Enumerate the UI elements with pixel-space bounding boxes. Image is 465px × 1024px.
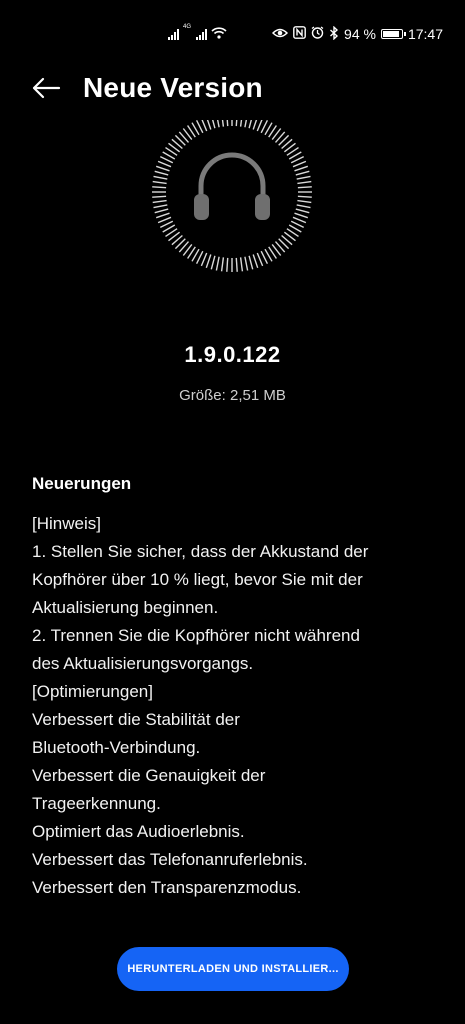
page-title: Neue Version — [83, 72, 263, 103]
release-note-line: 1. Stellen Sie sicher, dass der Akkustan… — [32, 542, 369, 561]
release-note-line: Trageerkennung. — [32, 794, 161, 813]
back-button[interactable] — [28, 70, 64, 106]
network-type-label: 4G — [183, 24, 192, 30]
release-note-line: 2. Trennen Sie die Kopfhörer nicht währe… — [32, 626, 360, 645]
release-notes-heading: Neuerungen — [32, 474, 132, 493]
headphones-icon — [194, 152, 270, 220]
download-size: Größe: 2,51 MB — [179, 387, 286, 404]
alarm-icon — [311, 26, 324, 42]
release-note-line: Verbessert das Telefonanruferlebnis. — [32, 850, 308, 869]
tick-marks — [152, 112, 312, 272]
signal-icon — [196, 28, 208, 40]
battery-icon — [380, 29, 406, 39]
release-note-line: Aktualisierung beginnen. — [32, 598, 219, 617]
release-note-line: des Aktualisierungsvorgangs. — [32, 654, 254, 673]
arrow-left-icon — [32, 77, 61, 99]
update-illustration — [122, 112, 342, 280]
battery-percent: 94 % — [344, 26, 376, 42]
release-note-line: Bluetooth-Verbindung. — [32, 738, 201, 757]
release-note-line: Verbessert die Genauigkeit der — [32, 766, 266, 785]
download-install-button[interactable]: HERUNTERLADEN UND INSTALLIER... — [117, 947, 349, 991]
release-note-line: Kopfhörer über 10 % liegt, bevor Sie mit… — [32, 570, 363, 589]
app-header: Neue Version — [0, 66, 465, 110]
release-note-line: Optimiert das Audioerlebnis. — [32, 822, 245, 841]
version-number: 1.9.0.122 — [184, 342, 281, 367]
nfc-icon — [293, 26, 306, 42]
network-indicators: 4G — [168, 24, 227, 44]
wifi-icon — [211, 26, 227, 42]
release-note-line: [Hinweis] — [32, 514, 101, 533]
release-note-line: Verbessert den Transparenzmodus. — [32, 878, 302, 897]
clock: 17:47 — [407, 26, 443, 42]
status-bar: 4G 94 % 17:47 — [0, 0, 465, 66]
signal-icon — [168, 28, 179, 40]
release-note-line: [Optimierungen] — [32, 682, 153, 701]
release-note-line: Verbessert die Stabilität der — [32, 710, 240, 729]
system-indicators: 94 % 17:47 — [271, 24, 443, 44]
progress-ring — [152, 112, 312, 272]
bluetooth-icon — [329, 25, 339, 43]
release-notes: [Hinweis] 1. Stellen Sie sicher, dass de… — [32, 510, 442, 902]
eye-icon — [271, 26, 289, 42]
